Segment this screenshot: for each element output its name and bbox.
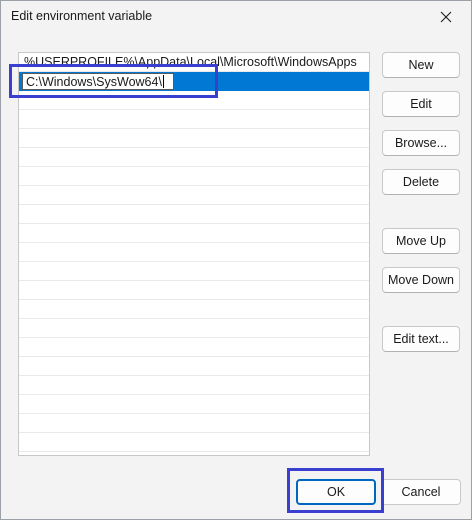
close-button[interactable] <box>427 3 465 31</box>
list-item[interactable] <box>19 262 369 281</box>
browse-button[interactable]: Browse... <box>382 130 460 156</box>
list-item-selected[interactable]: C:\Windows\SysWow64\ <box>19 72 369 91</box>
window-title: Edit environment variable <box>11 9 153 23</box>
list-item[interactable] <box>19 243 369 262</box>
list-item[interactable] <box>19 357 369 376</box>
list-item[interactable] <box>19 376 369 395</box>
cancel-button[interactable]: Cancel <box>381 479 461 505</box>
list-item[interactable] <box>19 433 369 452</box>
list-item[interactable] <box>19 319 369 338</box>
list-item[interactable] <box>19 148 369 167</box>
move-down-button[interactable]: Move Down <box>382 267 460 293</box>
list-item[interactable] <box>19 414 369 433</box>
ok-button[interactable]: OK <box>296 479 376 505</box>
list-item[interactable] <box>19 281 369 300</box>
delete-button[interactable]: Delete <box>382 169 460 195</box>
list-item[interactable] <box>19 167 369 186</box>
list-item-text: %USERPROFILE%\AppData\Local\Microsoft\Wi… <box>24 55 357 69</box>
list-item[interactable] <box>19 300 369 319</box>
move-up-button[interactable]: Move Up <box>382 228 460 254</box>
list-item[interactable]: %USERPROFILE%\AppData\Local\Microsoft\Wi… <box>19 53 369 72</box>
edit-text-button[interactable]: Edit text... <box>382 326 460 352</box>
inline-edit-value: C:\Windows\SysWow64\ <box>26 74 162 89</box>
close-icon <box>440 11 452 23</box>
new-button[interactable]: New <box>382 52 460 78</box>
text-caret <box>162 75 164 88</box>
path-entries-list[interactable]: %USERPROFILE%\AppData\Local\Microsoft\Wi… <box>18 52 370 456</box>
inline-edit-input[interactable]: C:\Windows\SysWow64\ <box>22 73 174 90</box>
list-item[interactable] <box>19 205 369 224</box>
list-item[interactable] <box>19 395 369 414</box>
list-item[interactable] <box>19 224 369 243</box>
edit-button[interactable]: Edit <box>382 91 460 117</box>
edit-environment-variable-dialog: Edit environment variable %USERPROFILE%\… <box>0 0 472 520</box>
list-item[interactable] <box>19 129 369 148</box>
list-item[interactable] <box>19 91 369 110</box>
title-bar: Edit environment variable <box>1 1 471 33</box>
list-item[interactable] <box>19 186 369 205</box>
list-item[interactable] <box>19 110 369 129</box>
list-item[interactable] <box>19 338 369 357</box>
